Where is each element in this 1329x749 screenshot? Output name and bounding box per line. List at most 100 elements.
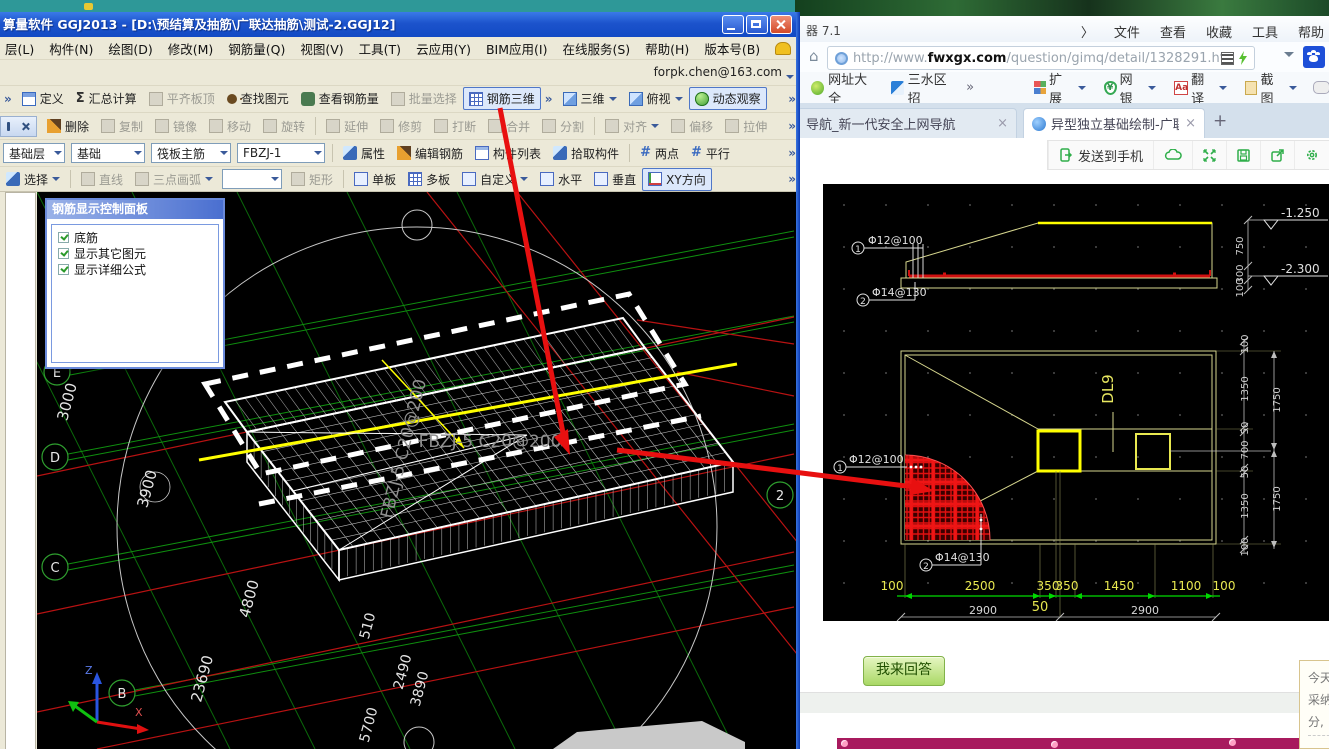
- flush-slab-top-button[interactable]: 平齐板顶: [143, 87, 221, 110]
- menu-expand-icon[interactable]: 〉: [1081, 22, 1094, 41]
- properties-button[interactable]: 属性: [337, 142, 391, 165]
- top-view-button[interactable]: 俯视: [623, 87, 689, 110]
- cloud-button[interactable]: [1153, 141, 1192, 169]
- ebank-button[interactable]: ¥网银: [1104, 69, 1156, 107]
- line-button[interactable]: 直线: [75, 168, 129, 191]
- summary-calc-button[interactable]: Σ汇总计算: [70, 87, 143, 110]
- two-point-button[interactable]: #两点: [634, 142, 685, 165]
- menu-rebar[interactable]: 钢筋量(Q): [228, 39, 285, 58]
- save-button[interactable]: [1226, 141, 1260, 169]
- browser-titlebar[interactable]: 器 7.1 〉 文件 查看 收藏 工具 帮助: [797, 16, 1329, 42]
- trim-button[interactable]: 修剪: [374, 115, 428, 138]
- menu-view[interactable]: 查看: [1160, 22, 1186, 41]
- define-button[interactable]: 定义: [16, 87, 70, 110]
- checkbox-show-formula[interactable]: 显示详细公式: [58, 261, 218, 277]
- stretch-button[interactable]: 拉伸: [719, 115, 773, 138]
- menu-online[interactable]: 在线服务(S): [562, 39, 630, 58]
- rebar-3d-button[interactable]: 钢筋三维: [463, 87, 541, 110]
- bookmark-wangzhidaquan[interactable]: 网址大全: [811, 69, 877, 107]
- games-icon[interactable]: [1313, 81, 1329, 94]
- pin-icon[interactable]: [7, 122, 10, 131]
- menu-cloud[interactable]: 云应用(Y): [416, 39, 471, 58]
- share-button[interactable]: [1260, 141, 1294, 169]
- fullscreen-button[interactable]: [1192, 141, 1226, 169]
- select-button[interactable]: 选择: [0, 168, 66, 191]
- copy-button[interactable]: 复制: [95, 115, 149, 138]
- translate-button[interactable]: Aa翻译: [1174, 69, 1226, 107]
- custom-button[interactable]: 自定义: [456, 168, 534, 191]
- account-email[interactable]: forpk.chen@163.com: [654, 65, 782, 79]
- delete-button[interactable]: 删除: [41, 115, 95, 138]
- answer-button[interactable]: 我来回答: [863, 656, 945, 686]
- radius-combo[interactable]: [222, 169, 282, 189]
- checkbox-show-other[interactable]: 显示其它图元: [58, 245, 218, 261]
- tab-close-icon[interactable]: ×: [1185, 116, 1196, 131]
- extend-button[interactable]: 延伸: [320, 115, 374, 138]
- address-bar[interactable]: http://www.fwxgx.com/question/gimq/detai…: [827, 46, 1255, 70]
- tab-navigation[interactable]: 导航_新一代安全上网导航 ×: [797, 108, 1017, 138]
- menu-version[interactable]: 版本号(B): [704, 39, 760, 58]
- multi-slab-button[interactable]: 多板: [402, 168, 456, 191]
- element-combo[interactable]: FBZJ-1: [237, 143, 325, 163]
- orbit-button[interactable]: 动态观察: [689, 87, 767, 110]
- orbit-handle[interactable]: [402, 210, 432, 240]
- tab-close-icon[interactable]: ×: [997, 116, 1008, 131]
- checkbox-checked-icon[interactable]: [58, 232, 69, 243]
- view-rebar-qty-button[interactable]: 查看钢筋量: [295, 87, 385, 110]
- menu-floor[interactable]: 层(L): [5, 39, 34, 58]
- cad-drawing-image[interactable]: 1 Φ12@100 2 Φ14@130 750 300 10: [823, 184, 1329, 621]
- dock-panel-header[interactable]: [0, 116, 37, 137]
- category-combo[interactable]: 基础: [71, 143, 145, 163]
- find-element-button[interactable]: 查找图元: [221, 87, 295, 110]
- mirror-button[interactable]: 镜像: [149, 115, 203, 138]
- page-bottom-banner[interactable]: [837, 738, 1329, 749]
- menu-component[interactable]: 构件(N): [49, 39, 93, 58]
- menu-tools[interactable]: 工具: [1252, 22, 1278, 41]
- three-point-arc-button[interactable]: 三点画弧: [129, 168, 219, 191]
- rectangle-button[interactable]: 矩形: [285, 168, 339, 191]
- align-button[interactable]: 对齐: [599, 115, 665, 138]
- edit-rebar-button[interactable]: 编辑钢筋: [391, 142, 469, 165]
- checkbox-checked-icon[interactable]: [58, 248, 69, 259]
- rebar-type-combo[interactable]: 筏板主筋: [151, 143, 231, 163]
- toolbar-overflow-icon[interactable]: »: [0, 92, 16, 106]
- bookmark-sanshuiquzhao[interactable]: 三水区招: [891, 69, 957, 107]
- parallel-button[interactable]: #平行: [685, 142, 736, 165]
- menu-help[interactable]: 帮助: [1298, 22, 1324, 41]
- break-button[interactable]: 打断: [428, 115, 482, 138]
- view-3d-button[interactable]: 三维: [557, 87, 623, 110]
- address-dropdown-icon[interactable]: [1284, 52, 1294, 62]
- checkbox-checked-icon[interactable]: [58, 264, 69, 275]
- menu-help[interactable]: 帮助(H): [645, 39, 689, 58]
- url-text[interactable]: http://www.fwxgx.com/question/gimq/detai…: [853, 51, 1222, 66]
- new-tab-button[interactable]: +: [1213, 111, 1227, 131]
- close-button[interactable]: [770, 15, 792, 34]
- send-to-phone-button[interactable]: 发送到手机: [1048, 141, 1153, 169]
- tab-foundation-question[interactable]: 异型独立基础绘制-广联达服务 ×: [1023, 108, 1205, 138]
- rebar-display-panel[interactable]: 钢筋显示控制面板 底筋 显示其它图元 显示详细公式: [45, 198, 225, 369]
- ggj-titlebar[interactable]: 算量软件 GGJ2013 - [D:\预结算及抽筋\广联达抽筋\测试-2.GGJ…: [0, 12, 800, 37]
- batch-select-button[interactable]: 批量选择: [385, 87, 463, 110]
- bookmarks-overflow-icon[interactable]: »: [966, 80, 974, 95]
- move-button[interactable]: 移动: [203, 115, 257, 138]
- menu-favorites[interactable]: 收藏: [1206, 22, 1232, 41]
- menu-tools[interactable]: 工具(T): [359, 39, 401, 58]
- chevron-down-icon[interactable]: [786, 75, 794, 83]
- screenshot-button[interactable]: 截图: [1245, 69, 1297, 107]
- panel-title[interactable]: 钢筋显示控制面板: [47, 200, 223, 219]
- settings-button[interactable]: [1294, 141, 1329, 169]
- floor-combo[interactable]: 基础层: [3, 143, 65, 163]
- menu-draw[interactable]: 绘图(D): [108, 39, 152, 58]
- single-slab-button[interactable]: 单板: [348, 168, 402, 191]
- qr-code-icon[interactable]: [1222, 53, 1233, 64]
- rotate-button[interactable]: 旋转: [257, 115, 311, 138]
- offset-button[interactable]: 偏移: [665, 115, 719, 138]
- menu-bim[interactable]: BIM应用(I): [486, 39, 548, 58]
- merge-button[interactable]: 合并: [482, 115, 536, 138]
- horizontal-button[interactable]: 水平: [534, 168, 588, 191]
- split-button[interactable]: 分割: [536, 115, 590, 138]
- xy-direction-button[interactable]: XY方向: [642, 168, 712, 191]
- menu-modify[interactable]: 修改(M): [168, 39, 214, 58]
- lightning-icon[interactable]: [1237, 51, 1249, 65]
- menu-view[interactable]: 视图(V): [300, 39, 343, 58]
